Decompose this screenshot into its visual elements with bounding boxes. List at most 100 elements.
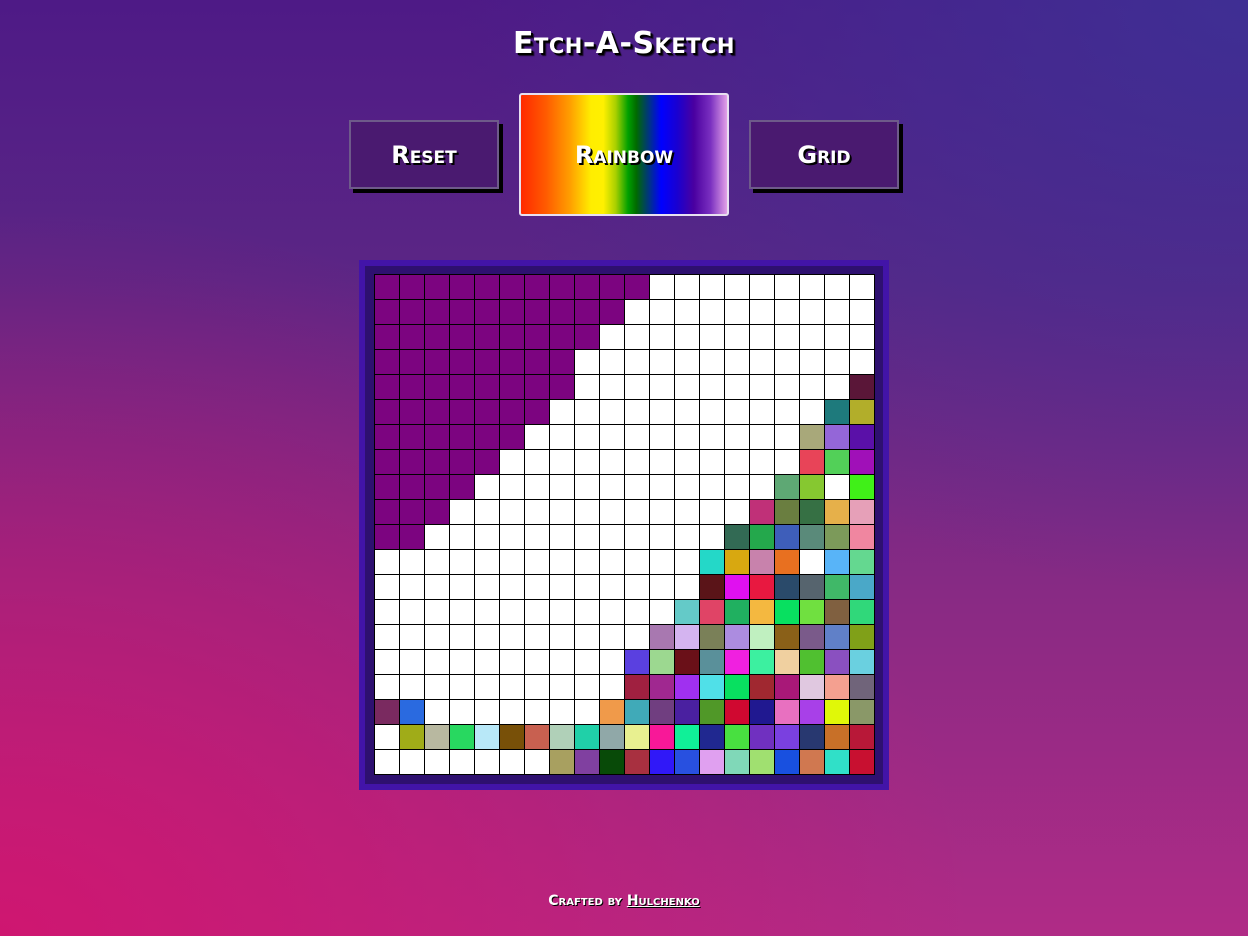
grid-cell[interactable] bbox=[500, 375, 525, 400]
grid-cell[interactable] bbox=[525, 350, 550, 375]
grid-cell[interactable] bbox=[650, 725, 675, 750]
grid-cell[interactable] bbox=[425, 375, 450, 400]
grid-cell[interactable] bbox=[825, 500, 850, 525]
grid-cell[interactable] bbox=[375, 500, 400, 525]
grid-cell[interactable] bbox=[625, 325, 650, 350]
grid-cell[interactable] bbox=[575, 525, 600, 550]
grid-cell[interactable] bbox=[500, 400, 525, 425]
grid-cell[interactable] bbox=[500, 475, 525, 500]
grid-cell[interactable] bbox=[700, 700, 725, 725]
grid-cell[interactable] bbox=[600, 400, 625, 425]
grid-cell[interactable] bbox=[625, 600, 650, 625]
grid-cell[interactable] bbox=[375, 625, 400, 650]
grid-cell[interactable] bbox=[825, 325, 850, 350]
grid-cell[interactable] bbox=[625, 300, 650, 325]
grid-cell[interactable] bbox=[675, 350, 700, 375]
grid-cell[interactable] bbox=[575, 425, 600, 450]
grid-cell[interactable] bbox=[500, 650, 525, 675]
grid-cell[interactable] bbox=[850, 500, 875, 525]
grid-cell[interactable] bbox=[500, 425, 525, 450]
grid-cell[interactable] bbox=[500, 525, 525, 550]
grid-cell[interactable] bbox=[650, 300, 675, 325]
grid-cell[interactable] bbox=[400, 700, 425, 725]
grid-cell[interactable] bbox=[725, 425, 750, 450]
grid-cell[interactable] bbox=[375, 325, 400, 350]
grid-cell[interactable] bbox=[425, 500, 450, 525]
grid-cell[interactable] bbox=[725, 375, 750, 400]
grid-cell[interactable] bbox=[825, 575, 850, 600]
grid-cell[interactable] bbox=[850, 475, 875, 500]
grid-cell[interactable] bbox=[475, 725, 500, 750]
grid-cell[interactable] bbox=[575, 400, 600, 425]
grid-cell[interactable] bbox=[850, 325, 875, 350]
grid-cell[interactable] bbox=[700, 525, 725, 550]
grid-cell[interactable] bbox=[475, 700, 500, 725]
author-link[interactable]: Hulchenko bbox=[627, 893, 700, 909]
grid-cell[interactable] bbox=[400, 500, 425, 525]
grid-cell[interactable] bbox=[400, 400, 425, 425]
grid-cell[interactable] bbox=[825, 375, 850, 400]
grid-cell[interactable] bbox=[650, 650, 675, 675]
grid-cell[interactable] bbox=[725, 500, 750, 525]
grid-cell[interactable] bbox=[700, 425, 725, 450]
grid-cell[interactable] bbox=[675, 750, 700, 775]
grid-cell[interactable] bbox=[400, 650, 425, 675]
grid-cell[interactable] bbox=[725, 550, 750, 575]
grid-cell[interactable] bbox=[400, 275, 425, 300]
grid-cell[interactable] bbox=[775, 400, 800, 425]
grid-cell[interactable] bbox=[425, 525, 450, 550]
grid-cell[interactable] bbox=[375, 575, 400, 600]
grid-cell[interactable] bbox=[725, 300, 750, 325]
grid-cell[interactable] bbox=[800, 400, 825, 425]
grid-cell[interactable] bbox=[400, 725, 425, 750]
grid-cell[interactable] bbox=[825, 675, 850, 700]
grid-cell[interactable] bbox=[675, 650, 700, 675]
grid-cell[interactable] bbox=[550, 600, 575, 625]
grid-cell[interactable] bbox=[550, 375, 575, 400]
grid-cell[interactable] bbox=[600, 300, 625, 325]
grid-cell[interactable] bbox=[675, 300, 700, 325]
grid-cell[interactable] bbox=[650, 375, 675, 400]
grid-cell[interactable] bbox=[675, 375, 700, 400]
grid-cell[interactable] bbox=[600, 725, 625, 750]
grid-cell[interactable] bbox=[800, 475, 825, 500]
grid-cell[interactable] bbox=[600, 450, 625, 475]
grid-cell[interactable] bbox=[550, 725, 575, 750]
grid-cell[interactable] bbox=[500, 300, 525, 325]
grid-cell[interactable] bbox=[575, 725, 600, 750]
grid-cell[interactable] bbox=[550, 625, 575, 650]
grid-cell[interactable] bbox=[850, 625, 875, 650]
grid-cell[interactable] bbox=[750, 675, 775, 700]
grid-cell[interactable] bbox=[450, 525, 475, 550]
grid-cell[interactable] bbox=[625, 625, 650, 650]
grid-cell[interactable] bbox=[550, 300, 575, 325]
grid-cell[interactable] bbox=[825, 525, 850, 550]
grid-cell[interactable] bbox=[600, 375, 625, 400]
grid-cell[interactable] bbox=[800, 750, 825, 775]
grid-cell[interactable] bbox=[675, 700, 700, 725]
grid-cell[interactable] bbox=[375, 375, 400, 400]
grid-cell[interactable] bbox=[550, 400, 575, 425]
grid-cell[interactable] bbox=[825, 700, 850, 725]
grid-cell[interactable] bbox=[550, 575, 575, 600]
grid-cell[interactable] bbox=[850, 675, 875, 700]
grid-cell[interactable] bbox=[500, 675, 525, 700]
grid-cell[interactable] bbox=[725, 400, 750, 425]
grid-cell[interactable] bbox=[575, 700, 600, 725]
grid-cell[interactable] bbox=[525, 300, 550, 325]
grid-cell[interactable] bbox=[775, 750, 800, 775]
grid-cell[interactable] bbox=[450, 475, 475, 500]
grid-cell[interactable] bbox=[650, 675, 675, 700]
grid-cell[interactable] bbox=[625, 525, 650, 550]
grid-cell[interactable] bbox=[475, 475, 500, 500]
grid-cell[interactable] bbox=[800, 425, 825, 450]
grid-cell[interactable] bbox=[525, 550, 550, 575]
grid-cell[interactable] bbox=[425, 350, 450, 375]
grid-cell[interactable] bbox=[625, 475, 650, 500]
grid-cell[interactable] bbox=[675, 600, 700, 625]
grid-cell[interactable] bbox=[725, 475, 750, 500]
grid-cell[interactable] bbox=[400, 575, 425, 600]
grid-cell[interactable] bbox=[725, 625, 750, 650]
grid-cell[interactable] bbox=[375, 700, 400, 725]
grid-cell[interactable] bbox=[850, 700, 875, 725]
